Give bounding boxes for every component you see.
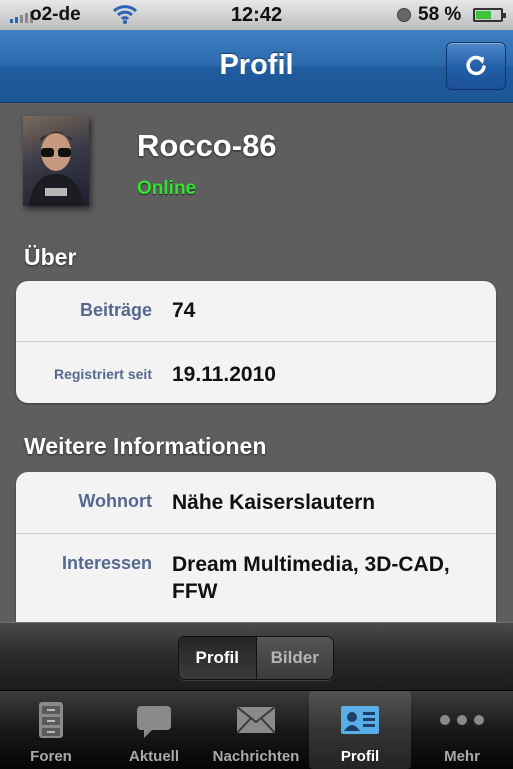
status-bar: o2-de 12:42 58 %	[0, 0, 513, 30]
segment-bar: Profil Bilder	[0, 622, 513, 691]
info-row-registered: Registriert seit 19.11.2010	[16, 342, 496, 403]
row-label: Interessen	[61, 553, 152, 573]
tab-label: Aktuell	[128, 748, 179, 765]
tab-more[interactable]: Mehr	[411, 691, 513, 769]
row-value: Dream Multimedia, 3D-CAD, FFW	[172, 553, 450, 603]
row-value: 74	[172, 299, 196, 322]
speech-bubble-icon	[137, 706, 171, 738]
tab-label: Mehr	[444, 748, 480, 765]
refresh-icon	[466, 55, 486, 76]
info-row-interests: Interessen Dream Multimedia, 3D-CAD, FFW	[16, 534, 496, 634]
alarm-icon	[397, 8, 411, 22]
tab-label: Nachrichten	[212, 748, 300, 765]
row-label: Beiträge	[79, 300, 152, 320]
segmented-control: Profil Bilder	[178, 636, 334, 680]
more-dots-icon	[440, 715, 484, 725]
about-card: Beiträge 74 Registriert seit 19.11.2010	[16, 281, 496, 403]
row-value: 19.11.2010	[172, 363, 276, 386]
more-info-card: Wohnort Nähe Kaiserslautern Interessen D…	[16, 472, 496, 642]
segment-profile[interactable]: Profil	[179, 637, 257, 679]
refresh-button[interactable]	[446, 42, 506, 90]
row-label: Registriert seit	[53, 366, 152, 382]
cabinet-icon	[39, 702, 63, 738]
envelope-icon	[236, 706, 276, 734]
segment-pictures[interactable]: Bilder	[256, 637, 333, 679]
tab-forums[interactable]: Foren	[0, 691, 102, 769]
tab-label: Profil	[340, 748, 380, 765]
tab-bar: Foren Aktuell Nachrichten Profil Mehr	[0, 690, 513, 769]
navigation-bar: Profil	[0, 30, 513, 103]
section-title-about: Über	[24, 244, 77, 270]
online-status: Online	[137, 178, 197, 199]
avatar-photo	[29, 132, 83, 206]
battery-icon	[473, 8, 506, 22]
row-label: Wohnort	[78, 491, 152, 511]
battery-percent: 58 %	[418, 4, 462, 25]
tab-current[interactable]: Aktuell	[103, 691, 205, 769]
tab-label: Foren	[30, 748, 72, 765]
info-row-posts: Beiträge 74	[16, 281, 496, 342]
id-card-icon	[341, 706, 379, 734]
tab-profile[interactable]: Profil	[309, 691, 411, 769]
username: Rocco-86	[137, 128, 277, 163]
avatar[interactable]	[23, 116, 89, 206]
row-value: Nähe Kaiserslautern	[172, 491, 376, 514]
page-title: Profil	[219, 49, 294, 81]
info-row-location: Wohnort Nähe Kaiserslautern	[16, 472, 496, 534]
section-title-more-info: Weitere Informationen	[24, 433, 267, 459]
tab-messages[interactable]: Nachrichten	[205, 691, 307, 769]
